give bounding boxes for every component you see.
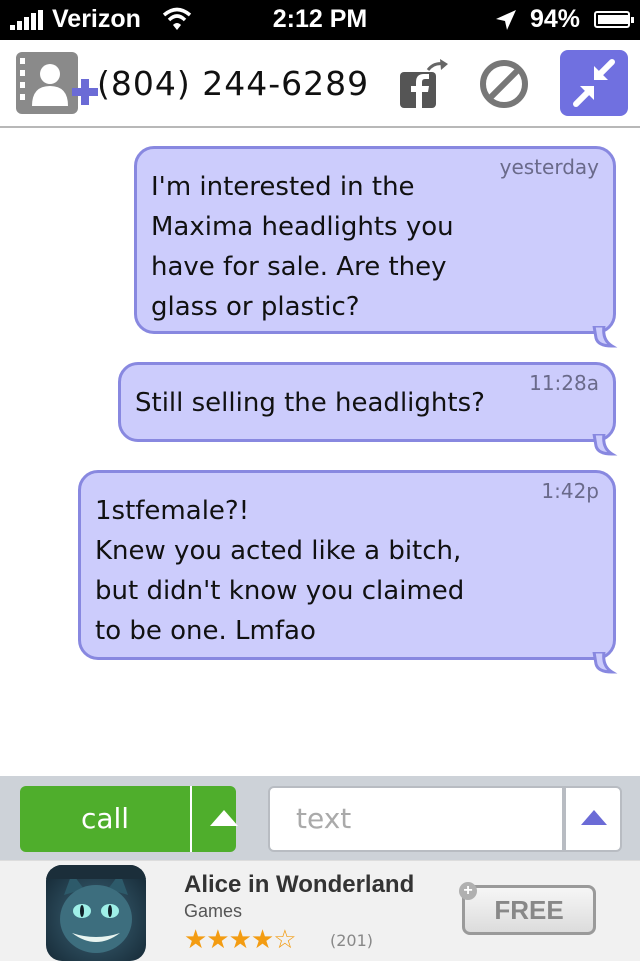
battery-percent: 94%	[530, 5, 581, 33]
free-download-button[interactable]: + FREE	[459, 882, 596, 935]
bubble-tail	[592, 434, 618, 456]
message-thread: yesterday I'm interested in the Maxima h…	[0, 130, 640, 775]
message-timestamp: 11:28a	[529, 371, 599, 395]
message-bubble[interactable]: 11:28a Still selling the headlights?	[118, 362, 616, 442]
status-bar: Verizon 2:12 PM 94%	[0, 0, 640, 40]
collapse-icon	[573, 59, 615, 107]
message-text: 1stfemale?! Knew you acted like a bitch,…	[95, 496, 465, 646]
battery-icon	[594, 11, 634, 28]
plus-icon: +	[459, 882, 477, 900]
button-divider	[190, 786, 192, 852]
rating-count: (201)	[330, 931, 374, 950]
block-icon[interactable]	[478, 58, 530, 110]
call-button[interactable]: call	[20, 786, 238, 852]
bubble-tail	[592, 326, 618, 348]
contact-phone-number: (804) 244-6289	[97, 64, 370, 103]
location-arrow-icon	[496, 10, 516, 30]
call-button-label: call	[80, 802, 130, 835]
cheshire-cat-icon	[46, 865, 146, 953]
star-rating-icon: ★★★★☆	[184, 925, 297, 955]
message-text: I'm interested in the Maxima headlights …	[151, 172, 454, 322]
message-bubble[interactable]: 1:42p 1stfemale?! Knew you acted like a …	[78, 470, 616, 660]
conversation-header: (804) 244-6289	[0, 40, 640, 128]
bubble-tail	[592, 652, 618, 674]
message-text-input[interactable]: text	[268, 786, 564, 852]
facebook-share-icon[interactable]	[398, 58, 452, 110]
ad-app-title: Alice in Wonderland	[184, 871, 415, 898]
text-options-button[interactable]	[564, 786, 622, 852]
free-button-label: FREE	[494, 895, 564, 925]
ad-banner[interactable]: Alice in Wonderland Games ★★★★☆ (201) + …	[0, 860, 640, 961]
ad-app-category: Games	[184, 901, 243, 921]
message-bubble[interactable]: yesterday I'm interested in the Maxima h…	[134, 146, 616, 334]
message-timestamp: 1:42p	[541, 479, 599, 503]
collapse-button[interactable]	[560, 50, 628, 116]
add-contact-icon[interactable]	[16, 52, 100, 118]
call-options-arrow-icon[interactable]	[210, 810, 238, 826]
app-icon[interactable]	[46, 865, 146, 961]
compose-bar: call text	[0, 776, 640, 860]
message-timestamp: yesterday	[499, 155, 599, 179]
chevron-up-icon	[581, 810, 607, 825]
